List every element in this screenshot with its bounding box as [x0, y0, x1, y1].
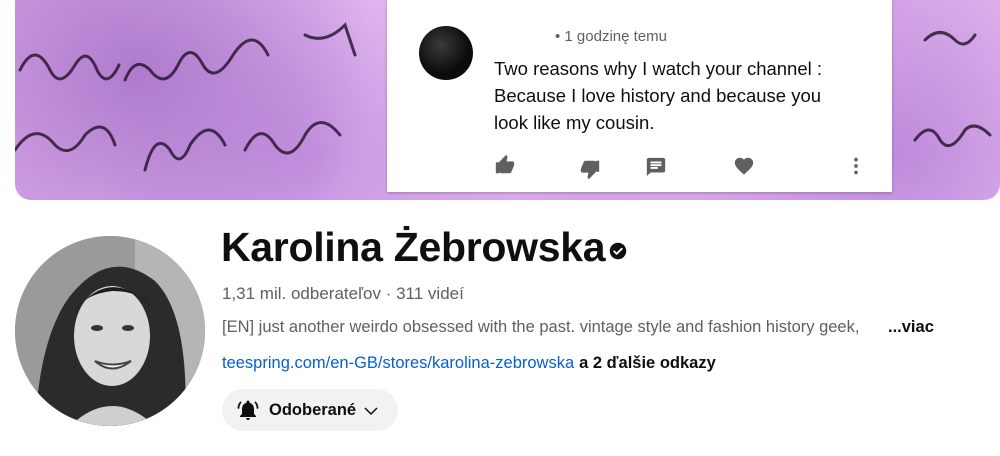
chevron-down-icon — [364, 407, 378, 416]
commenter-avatar[interactable] — [419, 26, 473, 80]
comment-actions — [387, 150, 892, 184]
comment-card: • 1 godzinę temu Two reasons why I watch… — [387, 0, 892, 192]
channel-banner: • 1 godzinę temu Two reasons why I watch… — [15, 0, 1000, 200]
subscribe-label: Odoberané — [269, 401, 357, 419]
more-vert-icon[interactable] — [845, 155, 867, 177]
thumb-up-icon[interactable] — [494, 154, 516, 176]
channel-stats: 1,31 mil. odberateľov · 311 videí — [222, 284, 464, 303]
channel-links: teespring.com/en-GB/stores/karolina-zebr… — [222, 354, 716, 373]
bell-icon — [237, 400, 259, 420]
comment-timestamp: • 1 godzinę temu — [555, 28, 667, 45]
subscribed-button[interactable]: Odoberané — [222, 389, 398, 431]
avatar-portrait — [15, 236, 205, 426]
thumb-down-icon[interactable] — [579, 158, 601, 180]
channel-description[interactable]: [EN] just another weirdo obsessed with t… — [222, 318, 859, 337]
verified-badge-icon — [609, 242, 627, 260]
more-links[interactable]: a 2 ďalšie odkazy — [579, 354, 716, 372]
external-link[interactable]: teespring.com/en-GB/stores/karolina-zebr… — [222, 354, 574, 372]
more-link[interactable]: ...viac — [888, 318, 934, 337]
heart-icon[interactable] — [733, 155, 755, 177]
comment-text: Two reasons why I watch your channel : B… — [494, 58, 823, 133]
channel-avatar[interactable] — [15, 236, 205, 426]
channel-name: Karolina Żebrowska — [221, 224, 606, 270]
reply-icon[interactable] — [645, 156, 667, 178]
